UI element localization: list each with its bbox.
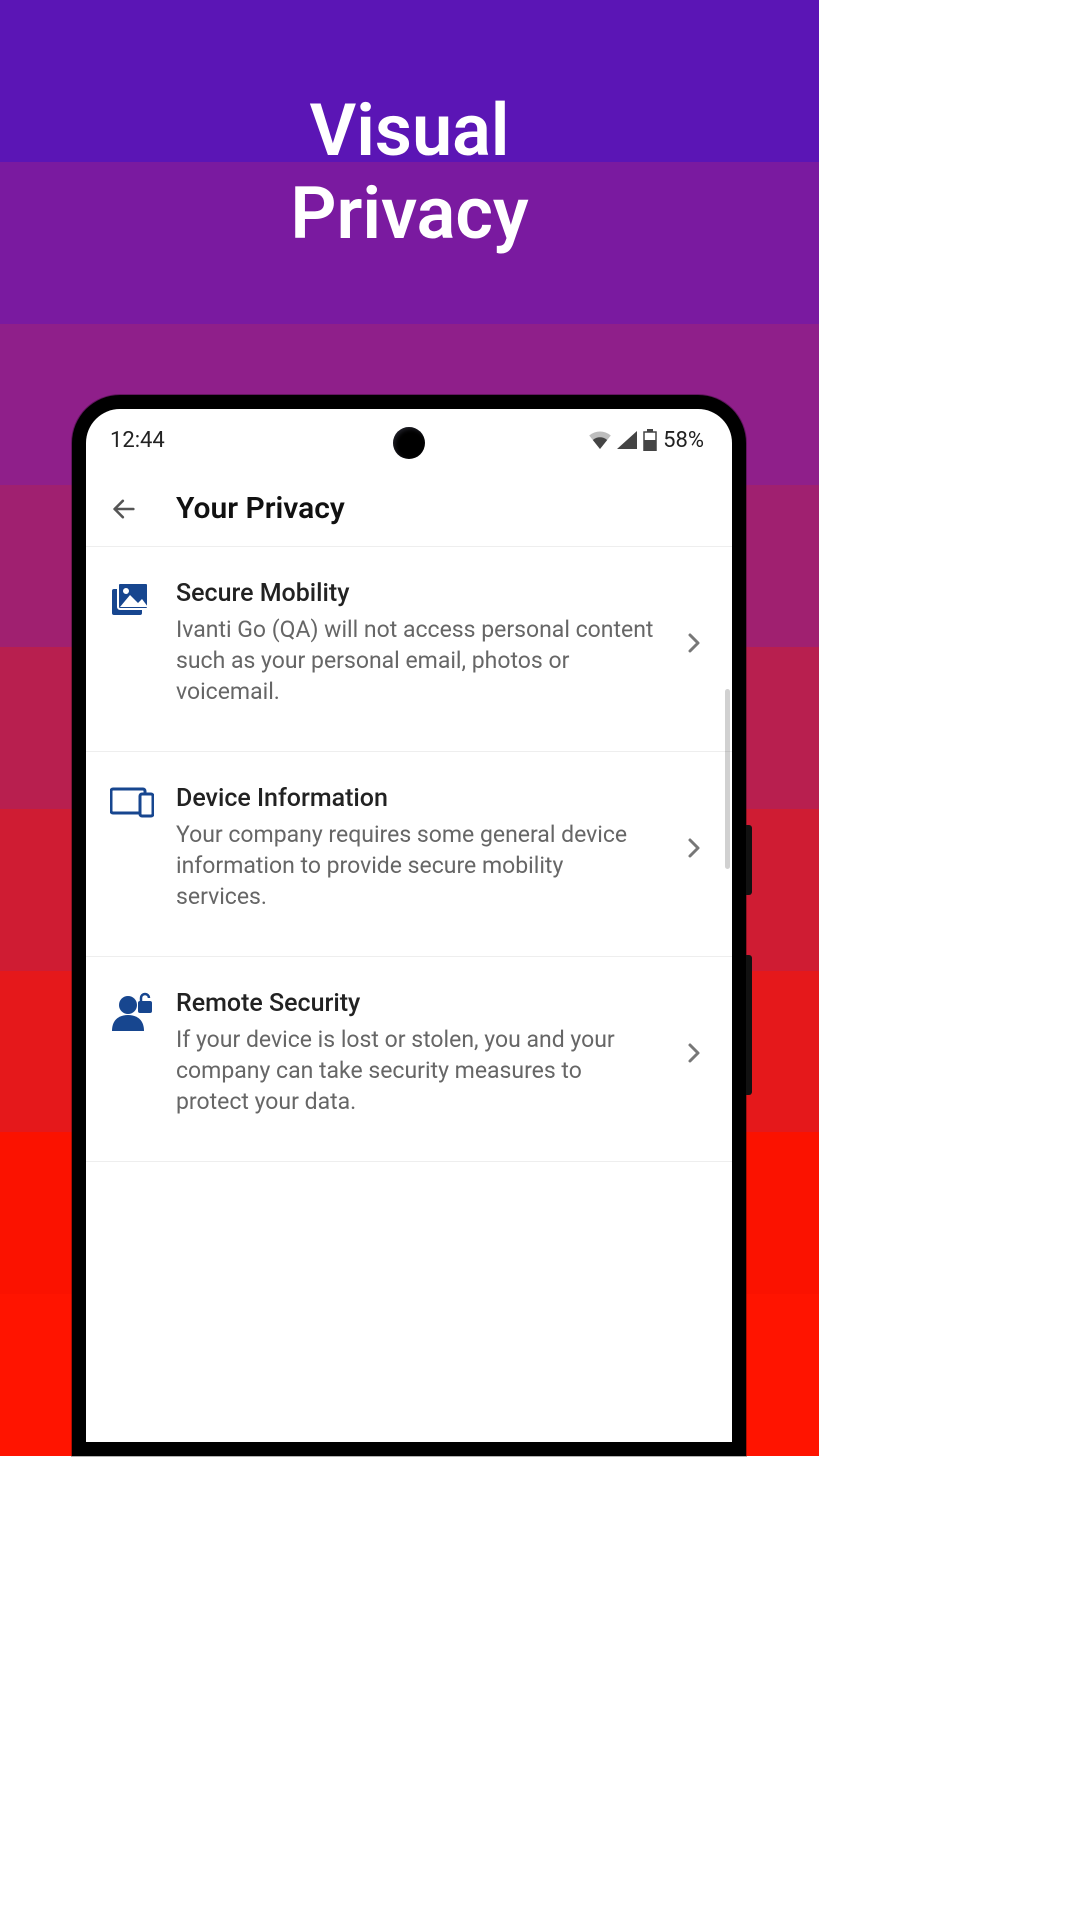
- list-item-body: Device Information Your company requires …: [176, 784, 658, 912]
- media-icon: [108, 579, 156, 617]
- chevron-right-icon: [678, 632, 710, 654]
- list-item-body: Remote Security If your device is lost or…: [176, 989, 658, 1117]
- arrow-left-icon: [110, 495, 138, 523]
- app-bar: Your Privacy: [86, 471, 732, 547]
- list-item[interactable]: Remote Security If your device is lost or…: [86, 957, 732, 1162]
- battery-percent: 58%: [663, 428, 704, 453]
- banner-title-line2: Privacy: [0, 173, 819, 256]
- phone-screen: 12:44 58%: [86, 409, 732, 1442]
- devices-icon: [108, 784, 156, 818]
- banner-title: Visual Privacy: [0, 90, 819, 256]
- status-time: 12:44: [110, 428, 165, 453]
- page-title: Your Privacy: [176, 491, 345, 526]
- phone-frame: 12:44 58%: [72, 395, 746, 1456]
- list-item-title: Remote Security: [176, 989, 658, 1018]
- list-item-description: Your company requires some general devic…: [176, 819, 658, 912]
- list-item[interactable]: Secure Mobility Ivanti Go (QA) will not a…: [86, 547, 732, 752]
- chevron-right-icon: [678, 1042, 710, 1064]
- scroll-indicator[interactable]: [725, 689, 730, 869]
- phone-camera-cutout: [393, 427, 425, 459]
- cell-signal-icon: [617, 431, 637, 449]
- chevron-right-icon: [678, 837, 710, 859]
- remote-security-icon: [108, 989, 156, 1031]
- back-button[interactable]: [100, 485, 148, 533]
- list-item-title: Device Information: [176, 784, 658, 813]
- list-item-title: Secure Mobility: [176, 579, 658, 608]
- banner-title-line1: Visual: [0, 90, 819, 173]
- phone-side-button: [746, 955, 752, 1095]
- battery-icon: [643, 429, 657, 451]
- wifi-icon: [589, 431, 611, 449]
- list-item-body: Secure Mobility Ivanti Go (QA) will not a…: [176, 579, 658, 707]
- phone-side-button: [746, 825, 752, 895]
- list-item[interactable]: Device Information Your company requires …: [86, 752, 732, 957]
- status-right: 58%: [589, 428, 704, 453]
- list-item-description: Ivanti Go (QA) will not access personal …: [176, 614, 658, 707]
- privacy-list: Secure Mobility Ivanti Go (QA) will not a…: [86, 547, 732, 1162]
- list-item-description: If your device is lost or stolen, you an…: [176, 1024, 658, 1117]
